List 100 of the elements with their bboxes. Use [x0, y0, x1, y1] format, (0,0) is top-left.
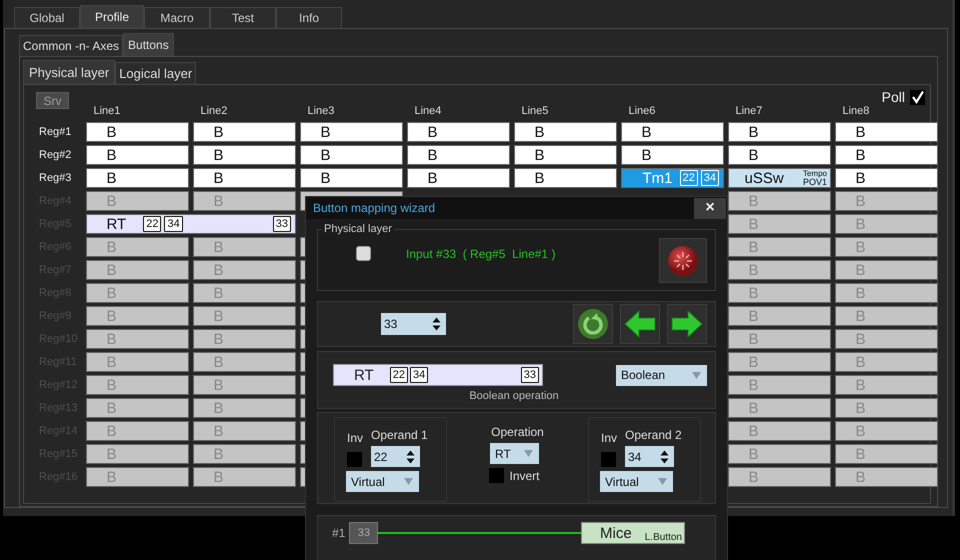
cell-label: RT	[106, 216, 126, 232]
number-spinner[interactable]: 22	[371, 446, 420, 467]
poll-label: Poll	[882, 89, 905, 105]
grid-cell[interactable]: B	[406, 145, 510, 165]
column-header: Line4	[414, 105, 442, 117]
inv-label: Inv	[347, 431, 364, 445]
operand-tag: 34	[410, 367, 428, 383]
dropdown-arrow-icon	[658, 478, 667, 485]
srv-button[interactable]: Srv	[36, 92, 69, 109]
grid-cell[interactable]: B	[834, 145, 938, 165]
spinner-arrows-icon	[660, 450, 669, 464]
grid-cell[interactable]: B	[834, 168, 938, 188]
arrow-left-icon	[624, 310, 656, 338]
spinner-arrows-icon	[432, 317, 441, 331]
spark-button[interactable]	[659, 238, 707, 283]
grid-cell[interactable]: B	[514, 168, 617, 188]
operand-tag: 22	[143, 216, 162, 232]
cell-label: Tm1	[642, 170, 672, 186]
grid-cell[interactable]: B	[728, 145, 831, 165]
grid-cell[interactable]: B	[728, 122, 831, 142]
grid-cell[interactable]: B	[514, 145, 617, 165]
poll-checkbox[interactable]	[910, 90, 925, 104]
grid-cell[interactable]: B	[620, 145, 724, 165]
tab[interactable]: Global	[14, 7, 80, 28]
inv-label: Inv	[601, 431, 618, 445]
dropdown-arrow-icon	[404, 478, 413, 485]
operand-tag: 34	[164, 216, 183, 232]
grid-cell[interactable]: B	[406, 168, 510, 188]
forward-button[interactable]	[667, 304, 707, 344]
checkbox[interactable]	[347, 452, 362, 467]
checkbox[interactable]	[489, 468, 504, 483]
tab[interactable]: Common -n- Axes	[19, 35, 124, 56]
close-button[interactable]: ×	[694, 198, 726, 218]
group-title: Physical layer	[323, 223, 393, 235]
tab[interactable]: Info	[276, 7, 342, 28]
arrow-right-icon	[671, 310, 703, 338]
mapping-label: RT	[354, 366, 374, 384]
grid-cell[interactable]: B	[86, 168, 189, 188]
tab[interactable]: Logical layer	[115, 62, 196, 84]
timer-cell[interactable]: Tm1 22 34	[620, 168, 724, 188]
grid-cell[interactable]: B	[514, 122, 617, 142]
operation-label: Operation	[491, 425, 544, 439]
operand-tag: 22	[680, 170, 698, 186]
row-header: Reg#2	[38, 149, 72, 161]
target-detail: L.Button	[644, 532, 682, 543]
number-spinner[interactable]: 33	[381, 313, 446, 335]
column-header: Line6	[628, 105, 656, 117]
target-label: Mice	[600, 524, 632, 542]
grid-cell[interactable]: B	[300, 122, 403, 142]
note-label: POV1	[802, 178, 827, 187]
note-label: Tempo	[802, 169, 827, 178]
checkbox[interactable]	[601, 452, 616, 467]
column-header: Line3	[306, 105, 336, 117]
tab[interactable]: Macro	[144, 7, 210, 28]
grid-cell[interactable]: B	[406, 122, 510, 142]
dropdown-arrow-icon	[524, 450, 533, 457]
dialog-title: Button mapping wizard	[312, 201, 436, 215]
column-header: Line2	[200, 105, 228, 117]
column-header: Line8	[842, 105, 870, 117]
tab[interactable]: Profile	[80, 5, 144, 28]
cell-label: uSSw	[744, 170, 784, 186]
tab[interactable]: Physical layer	[23, 60, 116, 84]
column-header: Line5	[520, 105, 550, 117]
back-button[interactable]	[620, 304, 660, 344]
grid-cell[interactable]: B	[86, 145, 189, 165]
refresh-icon	[577, 308, 609, 340]
row-header: Reg#3	[38, 172, 72, 184]
grid-cell[interactable]: B	[192, 145, 296, 165]
row-header: Reg#1	[38, 126, 72, 138]
input-tag: 33	[272, 216, 291, 232]
spark-icon	[667, 244, 699, 276]
grid-cell[interactable]: B	[300, 145, 403, 165]
operand-label: Operand 1	[371, 428, 429, 442]
operation-dropdown[interactable]: RT	[490, 443, 539, 464]
mode-caption: Boolean operation	[469, 390, 559, 402]
invert-label: Invert	[509, 468, 540, 482]
checkbox[interactable]	[356, 246, 371, 261]
tab[interactable]: Test	[210, 7, 276, 28]
number-spinner[interactable]: 34	[625, 446, 674, 467]
grid-cell[interactable]: B	[86, 122, 189, 142]
input-tag: 33	[520, 367, 539, 383]
grid-cell[interactable]: B	[834, 122, 938, 142]
tab[interactable]: Buttons	[123, 33, 174, 56]
operand-tag: 22	[390, 367, 408, 383]
grid-cell[interactable]: B	[192, 168, 296, 188]
mode-dropdown[interactable]: Boolean	[616, 364, 707, 386]
operand-tag: 34	[700, 170, 719, 186]
input-status: Input #33 ( Reg#5 Line#1 )	[406, 246, 556, 260]
source-dropdown[interactable]: Virtual	[600, 471, 673, 492]
column-header: Line7	[734, 105, 764, 117]
grid-cell[interactable]: B	[192, 122, 296, 142]
dropdown-arrow-icon	[692, 372, 701, 378]
checkmark-icon	[910, 90, 924, 104]
source-dropdown[interactable]: Virtual	[346, 471, 419, 492]
grid-cell[interactable]: B	[300, 168, 403, 188]
operand-label: Operand 2	[625, 428, 683, 442]
grid-cell[interactable]: B	[620, 122, 724, 142]
switch-cell[interactable]: uSSw Tempo POV1	[728, 168, 831, 188]
refresh-button[interactable]	[573, 304, 613, 344]
column-header: Line1	[92, 105, 122, 117]
